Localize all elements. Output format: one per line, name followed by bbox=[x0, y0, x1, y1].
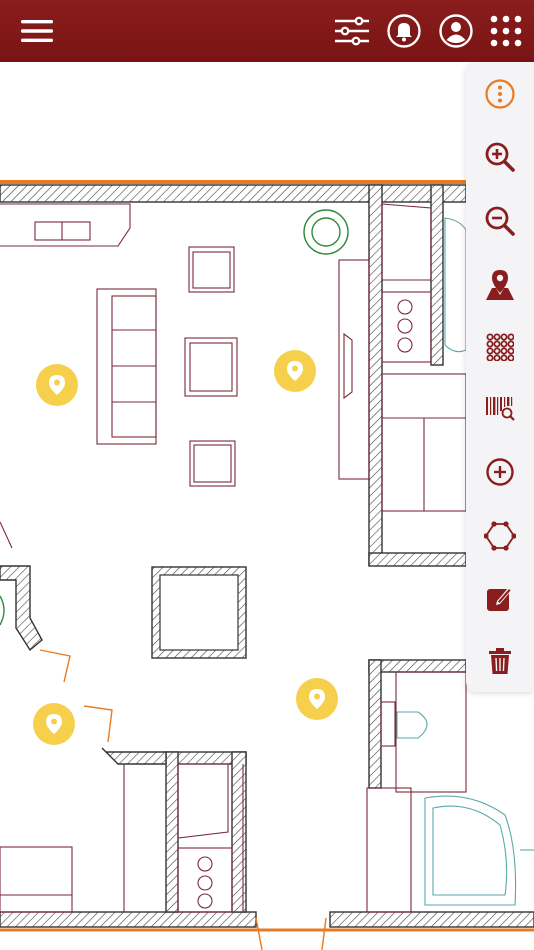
doors bbox=[39, 649, 327, 950]
polygon-icon bbox=[484, 521, 516, 551]
trash-icon bbox=[489, 648, 511, 674]
location-pin-tool[interactable] bbox=[478, 263, 522, 307]
edit-icon bbox=[487, 587, 512, 611]
location-pin-icon bbox=[49, 375, 65, 395]
location-marker[interactable] bbox=[274, 350, 316, 392]
location-marker[interactable] bbox=[296, 678, 338, 720]
user-circle-icon bbox=[439, 14, 473, 48]
floor-plan-drawing bbox=[0, 180, 534, 950]
plants bbox=[0, 209, 349, 626]
grid-dots-icon bbox=[486, 333, 514, 361]
add-button[interactable] bbox=[478, 450, 522, 494]
apps-button[interactable] bbox=[483, 8, 529, 54]
location-marker[interactable] bbox=[36, 364, 78, 406]
location-pin-icon bbox=[287, 361, 303, 381]
column bbox=[159, 574, 239, 651]
more-vertical-icon bbox=[485, 79, 515, 109]
zoom-in-button[interactable] bbox=[478, 135, 522, 179]
delete-button[interactable] bbox=[478, 639, 522, 683]
app-header bbox=[0, 0, 534, 62]
location-marker[interactable] bbox=[33, 703, 75, 745]
filter-button[interactable] bbox=[329, 8, 375, 54]
sliders-icon bbox=[335, 16, 369, 46]
floor-plan-map[interactable] bbox=[0, 62, 534, 950]
zoom-out-icon bbox=[485, 206, 515, 236]
plus-circle-icon bbox=[486, 458, 514, 486]
bell-icon bbox=[387, 14, 421, 48]
barcode-search-button[interactable] bbox=[478, 387, 522, 431]
zoom-in-icon bbox=[485, 142, 515, 172]
zoom-out-button[interactable] bbox=[478, 199, 522, 243]
grid-dots-icon bbox=[490, 15, 522, 47]
map-tools-panel bbox=[466, 62, 534, 692]
grid-view-button[interactable] bbox=[478, 325, 522, 369]
hamburger-menu-icon bbox=[21, 20, 53, 42]
location-pin-icon bbox=[309, 689, 325, 709]
walls bbox=[0, 184, 534, 928]
draw-polygon-button[interactable] bbox=[478, 514, 522, 558]
barcode-search-icon bbox=[486, 397, 515, 421]
notifications-button[interactable] bbox=[381, 8, 427, 54]
menu-button[interactable] bbox=[14, 8, 60, 54]
map-pin-icon bbox=[486, 270, 514, 300]
profile-button[interactable] bbox=[433, 8, 479, 54]
more-options-button[interactable] bbox=[478, 72, 522, 116]
location-pin-icon bbox=[46, 714, 62, 734]
edit-button[interactable] bbox=[478, 576, 522, 620]
